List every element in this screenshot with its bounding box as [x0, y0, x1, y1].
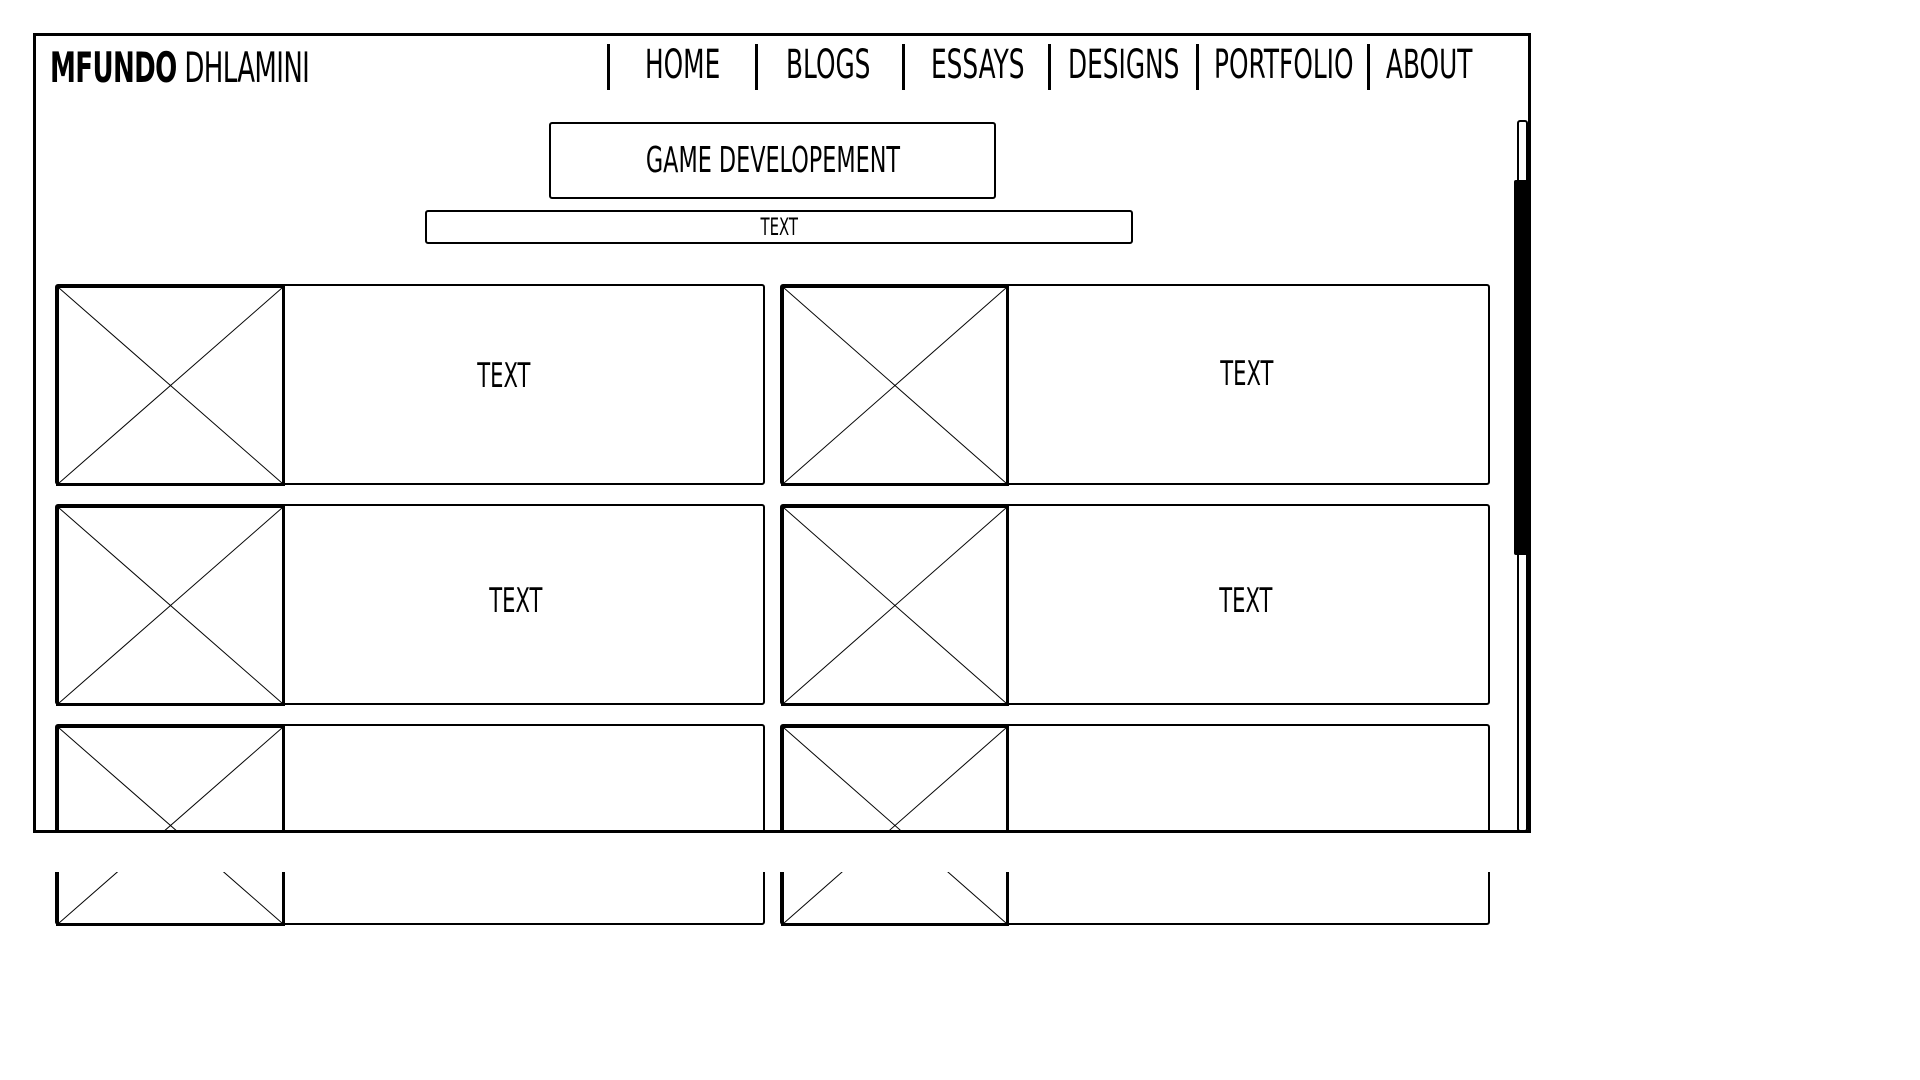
nav-separator: [755, 44, 758, 90]
project-card-text: TEXT: [1219, 581, 1273, 621]
nav-essays[interactable]: ESSAYS: [931, 40, 1025, 90]
page-bottom-mask: [33, 833, 1568, 872]
image-placeholder-icon: [56, 725, 285, 926]
frame-bottom-edge: [33, 830, 1531, 833]
site-logo[interactable]: MFUNDO DHLAMINI: [50, 38, 310, 98]
nav-blogs[interactable]: BLOGS: [786, 40, 870, 90]
logo-first-name: MFUNDO: [50, 43, 177, 92]
image-placeholder-icon: [781, 505, 1009, 706]
nav-separator: [607, 44, 610, 90]
nav-about[interactable]: ABOUT: [1386, 40, 1472, 90]
project-card[interactable]: [55, 724, 765, 926]
scrollbar-thumb[interactable]: [1514, 180, 1530, 555]
image-placeholder-icon: [56, 505, 285, 706]
page-title: GAME DEVELOPEMENT: [549, 122, 996, 199]
image-placeholder-icon: [781, 725, 1009, 926]
nav-portfolio[interactable]: PORTFOLIO: [1214, 40, 1353, 90]
project-card[interactable]: TEXT: [780, 504, 1490, 706]
project-card-text: TEXT: [1220, 354, 1274, 394]
project-card-text: TEXT: [489, 581, 543, 621]
project-card[interactable]: TEXT: [55, 504, 765, 706]
page-subtitle-text: TEXT: [760, 213, 798, 241]
nav-separator: [1196, 44, 1199, 90]
nav-separator: [1048, 44, 1051, 90]
nav-separator: [1367, 44, 1370, 90]
project-card[interactable]: [780, 724, 1490, 926]
nav-separator: [902, 44, 905, 90]
image-placeholder-icon: [781, 285, 1009, 486]
page-title-text: GAME DEVELOPEMENT: [645, 140, 900, 181]
nav-designs[interactable]: DESIGNS: [1068, 40, 1179, 90]
nav-home[interactable]: HOME: [645, 40, 720, 90]
page-subtitle: TEXT: [425, 210, 1133, 244]
project-card[interactable]: TEXT: [55, 284, 765, 486]
image-placeholder-icon: [56, 285, 285, 486]
logo-last-name: DHLAMINI: [184, 43, 310, 92]
project-card[interactable]: TEXT: [780, 284, 1490, 486]
project-card-text: TEXT: [477, 356, 531, 396]
